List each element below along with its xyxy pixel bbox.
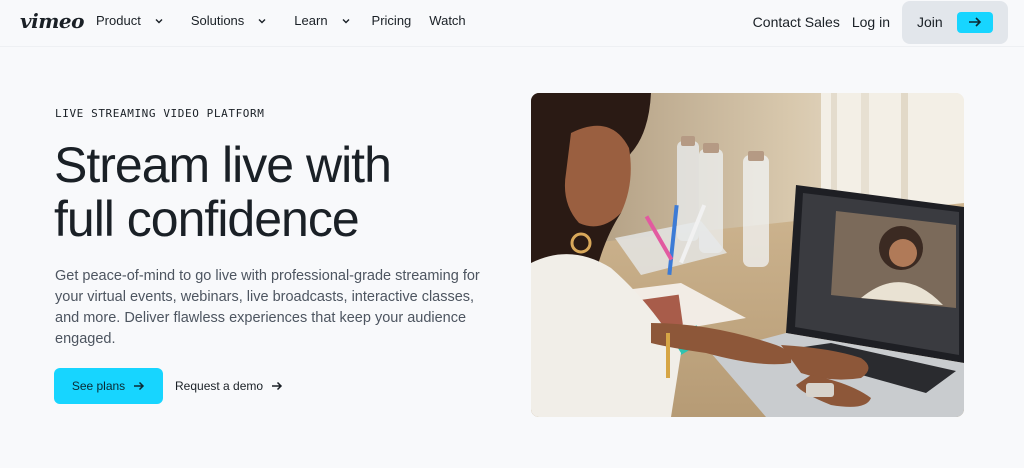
arrow-right-icon	[956, 11, 993, 33]
nav-watch[interactable]: Watch	[429, 13, 465, 28]
hero-photo-woman-streaming-on-laptop	[531, 93, 964, 417]
see-plans-button[interactable]: See plans	[54, 368, 163, 404]
arrow-right-icon	[134, 381, 145, 391]
hero-description: Get peace-of-mind to go live with profes…	[55, 268, 480, 347]
nav-pricing-label: Pricing	[371, 13, 412, 28]
hero-eyebrow: LIVE STREAMING VIDEO PLATFORM	[55, 107, 265, 120]
nav-solutions[interactable]: Solutions	[191, 13, 268, 28]
vimeo-logo[interactable]: vimeo	[20, 9, 84, 33]
join-label: Join	[917, 14, 943, 30]
chevron-down-icon	[258, 18, 266, 23]
arrow-right-icon	[272, 381, 283, 391]
see-plans-label: See plans	[71, 379, 126, 393]
top-navigation: vimeo Product Solutions Learn Pricing Wa…	[0, 0, 1024, 44]
account-nav: Contact Sales Log in Join	[753, 0, 1008, 44]
nav-watch-label: Watch	[429, 13, 466, 28]
nav-solutions-label: Solutions	[190, 13, 245, 28]
contact-sales-link[interactable]: Contact Sales	[753, 14, 840, 30]
chevron-down-icon	[342, 18, 350, 23]
headline-line-2: full confidence	[54, 191, 360, 247]
headline-line-1: Stream live with	[54, 137, 392, 193]
hero-photo-illustration	[531, 93, 964, 417]
nav-learn-label: Learn	[294, 13, 328, 28]
request-demo-label: Request a demo	[175, 379, 264, 393]
nav-pricing[interactable]: Pricing	[372, 13, 412, 28]
hero-headline: Stream live with full confidence	[54, 138, 494, 246]
join-button[interactable]: Join	[902, 0, 1008, 44]
login-link[interactable]: Log in	[852, 14, 890, 30]
header-divider	[0, 46, 1024, 47]
request-demo-link[interactable]: Request a demo	[175, 368, 283, 404]
nav-learn[interactable]: Learn	[294, 13, 351, 28]
chevron-down-icon	[155, 18, 163, 23]
nav-product-label: Product	[96, 13, 141, 28]
nav-product[interactable]: Product	[96, 13, 165, 28]
main-nav: Product Solutions Learn Pricing Watch	[96, 13, 466, 28]
